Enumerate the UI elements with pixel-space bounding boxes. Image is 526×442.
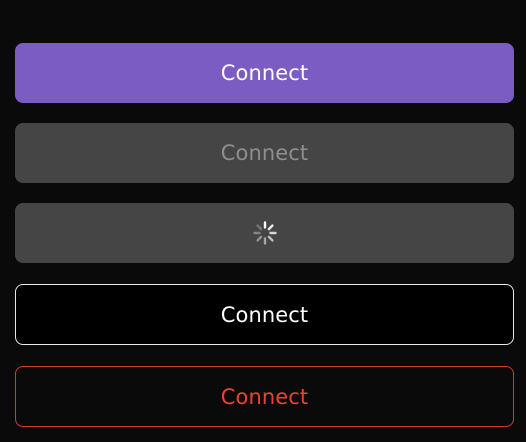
connect-button-label: Connect [220,61,309,85]
spinner-icon [252,221,277,245]
connect-button-label: Connect [220,141,309,165]
button-states-stack: Connect Connect Connect Connect [0,0,526,442]
connect-button-danger[interactable]: Connect [15,366,514,427]
connect-button-label: Connect [220,302,309,327]
connect-button-disabled: Connect [15,123,514,183]
connect-button-label: Connect [220,384,309,409]
connect-button-outline[interactable]: Connect [15,284,514,345]
connect-button-primary[interactable]: Connect [15,43,514,103]
connect-button-loading [15,203,514,263]
